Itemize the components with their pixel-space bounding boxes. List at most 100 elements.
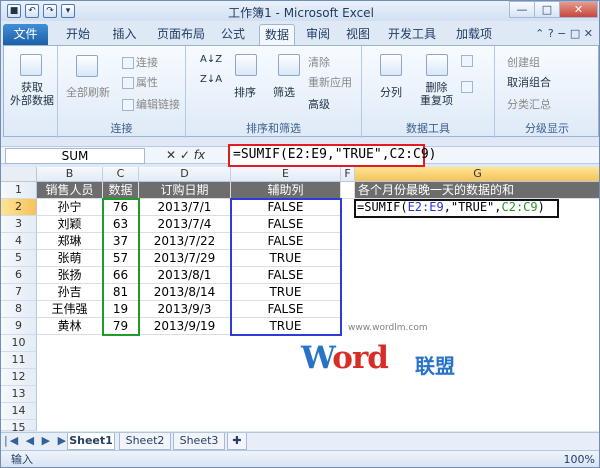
empty-cell[interactable] bbox=[341, 182, 355, 199]
sheet-tab-sheet2[interactable]: Sheet2 bbox=[119, 433, 171, 450]
remove-duplicates-button[interactable]: 删除 重复项 bbox=[420, 81, 453, 107]
header-cell-helper[interactable]: 辅助列 bbox=[231, 182, 341, 199]
row-header[interactable]: 2 bbox=[1, 199, 37, 216]
date-cell[interactable]: 2013/8/14 bbox=[139, 284, 231, 301]
title-bar: ■ ↶ ↷ ▾ 工作簿1 - Microsoft Excel — □ ✕ bbox=[1, 1, 599, 21]
tab-page-layout[interactable]: 页面布局 bbox=[153, 24, 209, 45]
sales-person-cell[interactable]: 孙吉 bbox=[37, 284, 103, 301]
tab-addins[interactable]: 加载项 bbox=[451, 24, 497, 45]
sheet-tab-sheet1[interactable]: Sheet1 bbox=[67, 433, 115, 450]
row-header[interactable]: 12 bbox=[1, 369, 37, 386]
green-reference-range bbox=[102, 198, 140, 336]
sales-person-cell[interactable]: 张萌 bbox=[37, 250, 103, 267]
header-cell-result[interactable]: 各个月份最晚一天的数据的和 bbox=[355, 182, 599, 199]
zoom-level[interactable]: 100% bbox=[564, 451, 595, 467]
row-header[interactable]: 4 bbox=[1, 233, 37, 250]
function-icon[interactable]: fx bbox=[194, 148, 205, 162]
subtotal-button[interactable]: 分类汇总 bbox=[507, 96, 551, 112]
cancel-icon[interactable]: ✕ bbox=[166, 148, 176, 162]
filter-button[interactable]: 筛选 bbox=[273, 84, 295, 100]
date-cell[interactable]: 2013/7/22 bbox=[139, 233, 231, 250]
group-button[interactable]: 创建组 bbox=[507, 54, 540, 70]
row-header[interactable]: 8 bbox=[1, 301, 37, 318]
sales-person-cell[interactable]: 刘颖 bbox=[37, 216, 103, 233]
tab-formulas[interactable]: 公式 bbox=[217, 24, 249, 45]
tab-data[interactable]: 数据 bbox=[259, 24, 295, 45]
close-icon[interactable]: ✕ bbox=[559, 1, 598, 18]
status-mode: 输入 bbox=[11, 453, 33, 466]
select-all-corner[interactable] bbox=[1, 167, 37, 182]
tab-developer[interactable]: 开发工具 bbox=[384, 24, 440, 45]
row-header[interactable]: 15 bbox=[1, 420, 37, 434]
column-header-d[interactable]: D bbox=[139, 167, 231, 182]
column-header-e[interactable]: E bbox=[231, 167, 341, 182]
header-cell-sales-person[interactable]: 销售人员 bbox=[37, 182, 103, 199]
chevron-up-icon[interactable]: ⌃ bbox=[535, 27, 544, 40]
name-box[interactable]: SUM bbox=[5, 148, 145, 164]
data-validation-icons[interactable] bbox=[461, 54, 487, 110]
row-header[interactable]: 3 bbox=[1, 216, 37, 233]
tab-file[interactable]: 文件 bbox=[3, 24, 48, 45]
reapply-button[interactable]: 重新应用 bbox=[308, 74, 352, 90]
date-cell[interactable]: 2013/7/4 bbox=[139, 216, 231, 233]
row-header[interactable]: 6 bbox=[1, 267, 37, 284]
sort-icon bbox=[235, 54, 257, 76]
insert-sheet-icon[interactable]: ✚ bbox=[227, 433, 247, 450]
active-formula-cell[interactable]: =SUMIF(E2:E9,"TRUE",C2:C9) bbox=[354, 199, 559, 218]
sheet-tab-sheet3[interactable]: Sheet3 bbox=[173, 433, 225, 450]
date-cell[interactable]: 2013/7/29 bbox=[139, 250, 231, 267]
row-header[interactable]: 5 bbox=[1, 250, 37, 267]
clear-button[interactable]: 清除 bbox=[308, 54, 330, 70]
sales-person-cell[interactable]: 孙宁 bbox=[37, 199, 103, 216]
header-cell-data[interactable]: 数据 bbox=[103, 182, 139, 199]
ungroup-button[interactable]: 取消组合 bbox=[507, 74, 551, 90]
date-cell[interactable]: 2013/9/19 bbox=[139, 318, 231, 335]
row-header[interactable]: 13 bbox=[1, 386, 37, 403]
maximize-icon[interactable]: □ bbox=[534, 1, 560, 18]
formula-range-c: C2:C9 bbox=[501, 200, 538, 214]
advanced-button[interactable]: 高级 bbox=[308, 96, 330, 112]
refresh-all-button[interactable]: 全部刷新 bbox=[66, 84, 110, 100]
restore-icon[interactable]: □ bbox=[570, 27, 580, 40]
text-to-columns-button[interactable]: 分列 bbox=[380, 84, 402, 100]
sales-person-cell[interactable]: 郑琳 bbox=[37, 233, 103, 250]
column-header-c[interactable]: C bbox=[103, 167, 139, 182]
formula-input[interactable]: =SUMIF(E2:E9,"TRUE",C2:C9) bbox=[228, 144, 437, 167]
sort-ascending-button[interactable]: A↓Z bbox=[200, 54, 222, 65]
row-header[interactable]: 11 bbox=[1, 352, 37, 369]
properties-button[interactable]: 属性 bbox=[122, 74, 158, 90]
row-header[interactable]: 10 bbox=[1, 335, 37, 352]
minimize-ribbon-icon[interactable]: − bbox=[557, 27, 566, 40]
date-cell[interactable]: 2013/8/1 bbox=[139, 267, 231, 284]
sheet-navigation[interactable]: |◀ ◀ ▶ ▶| bbox=[4, 434, 74, 447]
minimize-icon[interactable]: — bbox=[509, 1, 535, 18]
enter-icon[interactable]: ✓ bbox=[180, 148, 190, 162]
date-cell[interactable]: 2013/7/1 bbox=[139, 199, 231, 216]
column-header-f[interactable]: F bbox=[341, 167, 355, 182]
help-icon[interactable]: ? bbox=[548, 27, 554, 40]
sort-button[interactable]: 排序 bbox=[234, 84, 256, 100]
row-header[interactable]: 14 bbox=[1, 403, 37, 420]
sales-person-cell[interactable]: 王伟强 bbox=[37, 301, 103, 318]
connections-icon bbox=[122, 57, 134, 69]
tab-insert[interactable]: 插入 bbox=[108, 24, 141, 45]
header-cell-order-date[interactable]: 订购日期 bbox=[139, 182, 231, 199]
connections-button[interactable]: 连接 bbox=[122, 54, 158, 70]
sales-person-cell[interactable]: 张扬 bbox=[37, 267, 103, 284]
row-header[interactable]: 1 bbox=[1, 182, 37, 199]
edit-links-button[interactable]: 编辑链接 bbox=[122, 96, 180, 112]
get-external-data-button[interactable]: 获取 外部数据 bbox=[10, 81, 54, 107]
row-header[interactable]: 7 bbox=[1, 284, 37, 301]
sales-person-cell[interactable]: 黄林 bbox=[37, 318, 103, 335]
row-header[interactable]: 9 bbox=[1, 318, 37, 335]
close-workbook-icon[interactable]: ✕ bbox=[584, 27, 593, 40]
tab-view[interactable]: 视图 bbox=[343, 24, 373, 45]
sort-descending-button[interactable]: Z↓A bbox=[200, 74, 222, 85]
tab-review[interactable]: 审阅 bbox=[303, 24, 333, 45]
tab-home[interactable]: 开始 bbox=[62, 24, 94, 45]
date-cell[interactable]: 2013/9/3 bbox=[139, 301, 231, 318]
column-header-b[interactable]: B bbox=[37, 167, 103, 182]
what-if-icon bbox=[461, 81, 473, 93]
properties-label: 属性 bbox=[136, 76, 158, 89]
column-header-g[interactable]: G bbox=[355, 167, 599, 182]
